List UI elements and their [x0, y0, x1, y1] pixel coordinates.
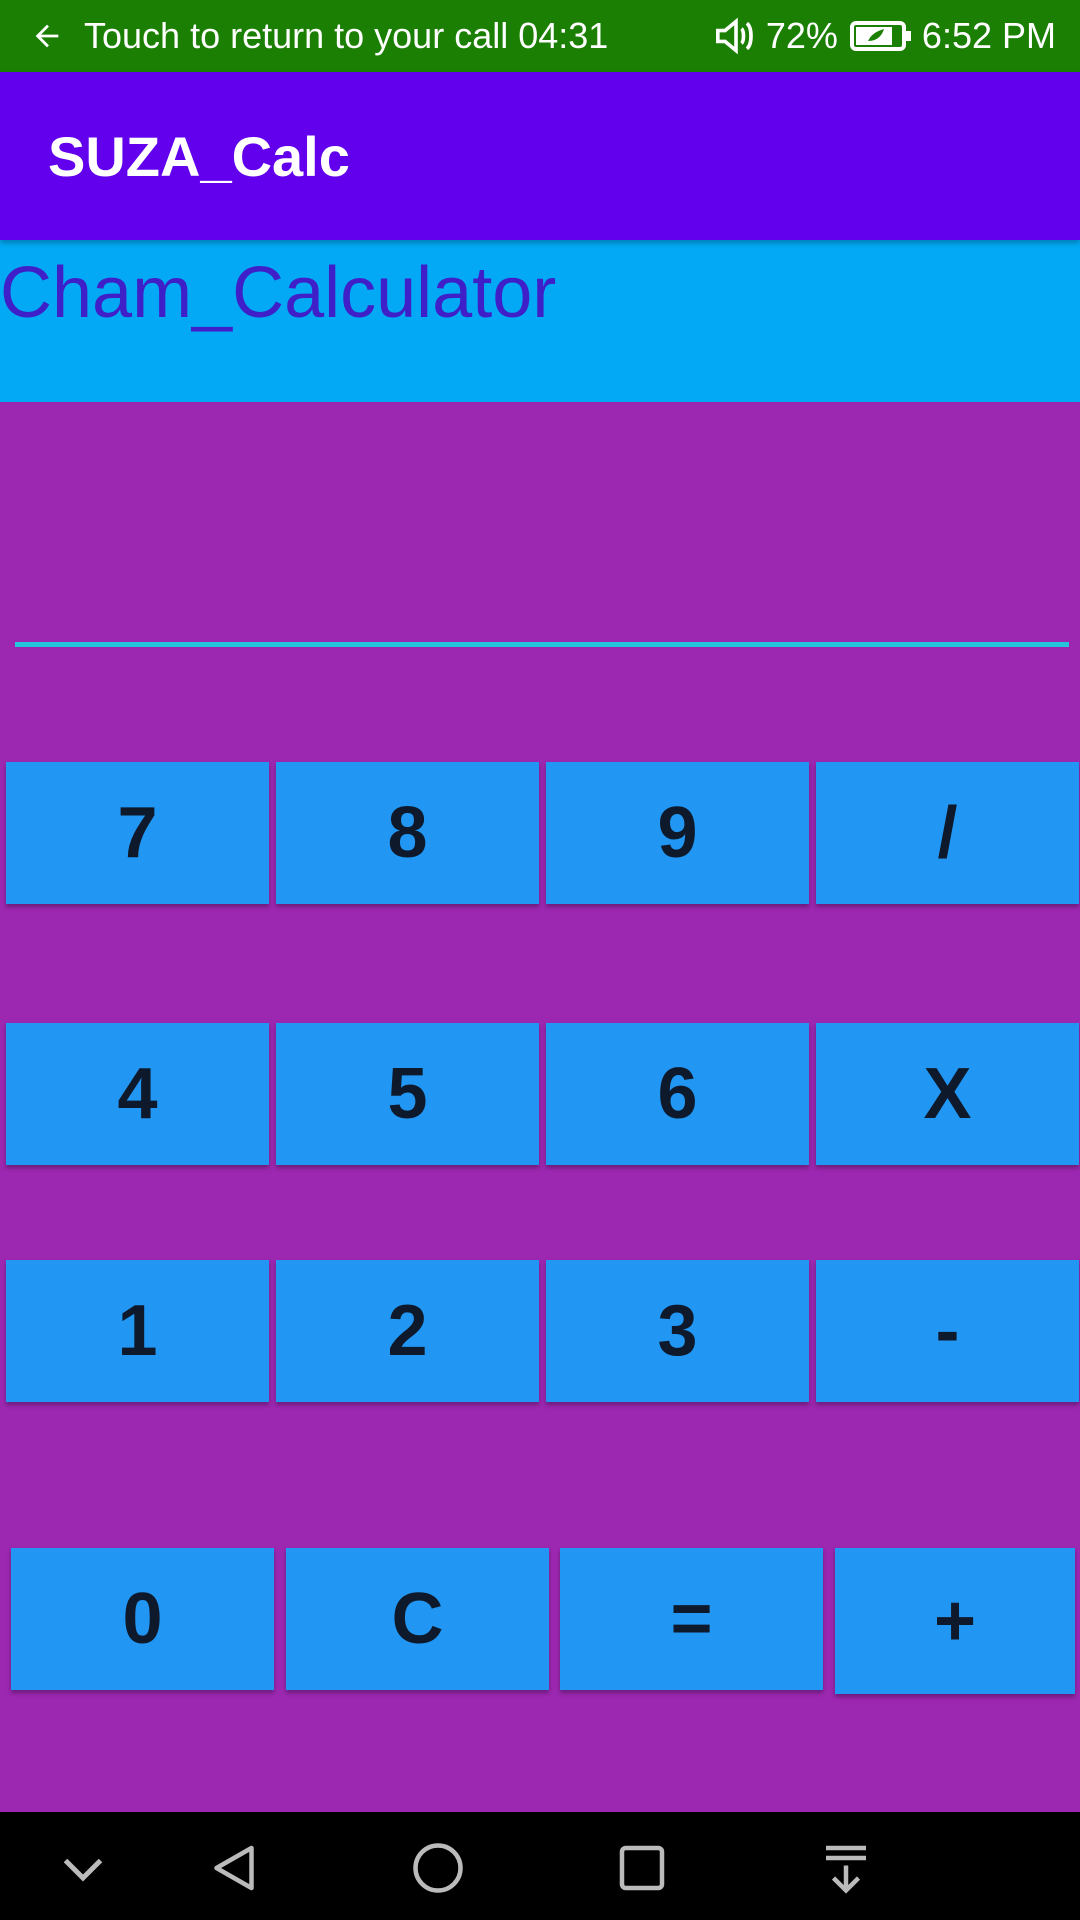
key-3[interactable]: 3	[546, 1260, 809, 1402]
key-divide[interactable]: /	[816, 762, 1079, 904]
status-bar[interactable]: Touch to return to your call 04:31 72% 6…	[0, 0, 1080, 72]
key-9[interactable]: 9	[546, 762, 809, 904]
key-multiply[interactable]: X	[816, 1023, 1079, 1165]
speaker-icon	[715, 17, 753, 55]
key-1[interactable]: 1	[6, 1260, 269, 1402]
back-triangle-icon[interactable]	[204, 1838, 264, 1898]
home-circle-icon[interactable]	[408, 1838, 468, 1898]
key-add[interactable]: +	[835, 1548, 1075, 1694]
key-0[interactable]: 0	[11, 1548, 274, 1690]
key-7[interactable]: 7	[6, 762, 269, 904]
key-2[interactable]: 2	[276, 1260, 539, 1402]
key-8[interactable]: 8	[276, 762, 539, 904]
key-6[interactable]: 6	[546, 1023, 809, 1165]
key-4[interactable]: 4	[6, 1023, 269, 1165]
key-subtract[interactable]: -	[816, 1260, 1079, 1402]
status-indicators: 72% 6:52 PM	[714, 15, 1080, 57]
app-title: SUZA_Calc	[48, 124, 350, 188]
calculator-display-input[interactable]	[15, 560, 1069, 647]
call-text: Touch to return to your call	[84, 15, 509, 56]
key-5[interactable]: 5	[276, 1023, 539, 1165]
key-clear[interactable]: C	[286, 1548, 549, 1690]
return-to-call[interactable]: Touch to return to your call 04:31	[0, 15, 608, 57]
subtitle-banner: Cham_Calculator	[0, 240, 1080, 402]
app-bar: SUZA_Calc	[0, 72, 1080, 240]
banner-text: Cham_Calculator	[0, 253, 557, 333]
notification-pull-icon[interactable]	[816, 1838, 876, 1898]
recents-square-icon[interactable]	[612, 1838, 672, 1898]
chevron-down-icon[interactable]	[53, 1838, 113, 1898]
battery-icon	[849, 21, 911, 51]
call-timer: 04:31	[518, 15, 609, 56]
navigation-bar	[0, 1812, 1080, 1920]
key-equals[interactable]: =	[560, 1548, 823, 1690]
back-arrow-icon	[35, 24, 59, 48]
clock: 6:52 PM	[921, 15, 1056, 56]
battery-percent: 72%	[765, 15, 838, 56]
